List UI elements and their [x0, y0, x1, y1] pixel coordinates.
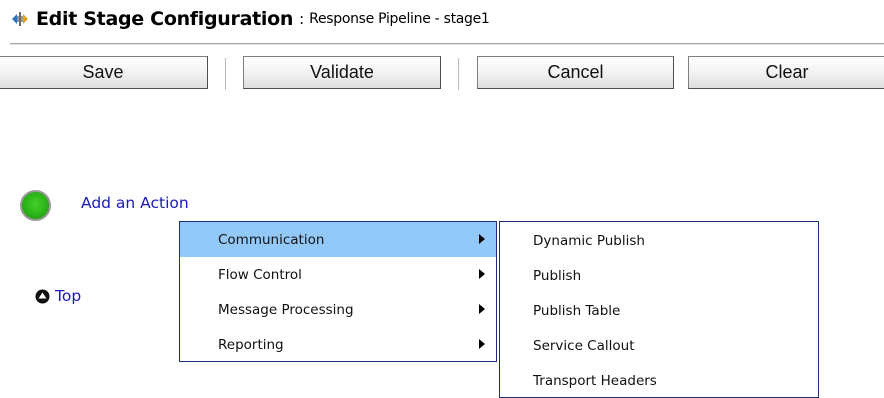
- menu-item-publish-table[interactable]: Publish Table: [500, 293, 818, 328]
- submenu-arrow-icon: [479, 269, 485, 279]
- menu-item-dynamic-publish[interactable]: Dynamic Publish: [500, 223, 818, 258]
- toolbar-divider: [458, 58, 459, 90]
- add-action-row: Add an Action: [20, 190, 189, 221]
- page-header: Edit Stage Configuration : Response Pipe…: [10, 4, 490, 34]
- title-separator: :: [299, 10, 305, 28]
- clear-button[interactable]: Clear: [688, 56, 884, 89]
- menu-item-service-callout[interactable]: Service Callout: [500, 328, 818, 363]
- add-action-link[interactable]: Add an Action: [81, 194, 189, 212]
- pipeline-stage-icon: [10, 10, 30, 28]
- arrow-up-circle-icon: [35, 289, 50, 304]
- communication-submenu: Dynamic Publish Publish Publish Table Se…: [499, 221, 819, 398]
- page-title: Edit Stage Configuration: [36, 8, 294, 30]
- menu-item-label: Reporting: [218, 336, 284, 353]
- validate-button[interactable]: Validate: [243, 56, 441, 89]
- menu-item-flow-control[interactable]: Flow Control: [180, 257, 496, 292]
- save-button[interactable]: Save: [0, 56, 208, 89]
- toolbar-divider: [225, 58, 226, 90]
- top-link-label[interactable]: Top: [55, 287, 81, 305]
- menu-item-label: Communication: [218, 231, 325, 248]
- menu-item-label: Message Processing: [218, 301, 354, 318]
- menu-item-reporting[interactable]: Reporting: [180, 327, 496, 362]
- header-divider: [10, 43, 884, 45]
- top-link[interactable]: Top: [35, 287, 81, 305]
- menu-item-message-processing[interactable]: Message Processing: [180, 292, 496, 327]
- submenu-arrow-icon: [479, 339, 485, 349]
- menu-item-transport-headers[interactable]: Transport Headers: [500, 363, 818, 398]
- menu-item-publish[interactable]: Publish: [500, 258, 818, 293]
- action-category-menu: Communication Flow Control Message Proce…: [179, 221, 497, 362]
- menu-item-label: Flow Control: [218, 266, 302, 283]
- status-indicator-icon[interactable]: [20, 190, 51, 221]
- submenu-arrow-icon: [479, 234, 485, 244]
- toolbar: Save Validate Cancel Clear: [0, 55, 884, 93]
- menu-item-communication[interactable]: Communication: [180, 222, 496, 257]
- page-subtitle: Response Pipeline - stage1: [309, 11, 490, 27]
- submenu-arrow-icon: [479, 304, 485, 314]
- cancel-button[interactable]: Cancel: [477, 56, 674, 89]
